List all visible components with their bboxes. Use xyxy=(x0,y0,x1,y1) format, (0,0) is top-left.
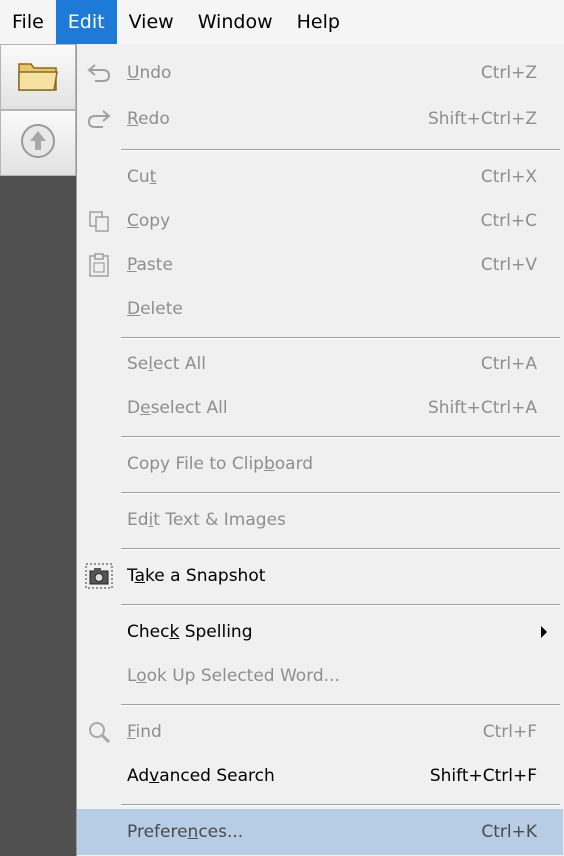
menu-edit[interactable]: Edit xyxy=(55,0,117,44)
menu-item-label: Check Spelling xyxy=(127,622,253,642)
menu-item-label: Copy File to Clipboard xyxy=(127,454,314,474)
menu-item-label: Look Up Selected Word... xyxy=(127,666,340,686)
redo-icon xyxy=(85,105,113,133)
camera-icon xyxy=(85,562,113,590)
shortcut-label: Ctrl+K xyxy=(481,822,537,842)
submenu-arrow-icon xyxy=(541,626,547,638)
menu-separator xyxy=(121,604,560,606)
paste-icon xyxy=(85,251,113,279)
menu-item-delete[interactable]: Delete xyxy=(77,286,563,332)
menu-item-edit-text-images[interactable]: Edit Text & Images xyxy=(77,497,563,543)
menu-bar: File Edit View Window Help xyxy=(0,0,564,45)
menu-separator xyxy=(121,804,560,806)
menu-item-deselect-all[interactable]: Deselect All Shift+Ctrl+A xyxy=(77,385,563,431)
menu-item-label: Deselect All xyxy=(127,398,228,418)
copy-icon xyxy=(85,207,113,235)
menu-item-take-snapshot[interactable]: Take a Snapshot xyxy=(77,553,563,599)
shortcut-label: Ctrl+C xyxy=(480,211,537,231)
menu-item-label: Take a Snapshot xyxy=(127,566,266,586)
left-toolbar xyxy=(0,44,76,856)
undo-icon xyxy=(85,59,113,87)
menu-view[interactable]: View xyxy=(117,0,186,44)
up-button[interactable] xyxy=(0,110,76,176)
menu-item-advanced-search[interactable]: Advanced Search Shift+Ctrl+F xyxy=(77,753,563,799)
menu-separator xyxy=(121,436,560,438)
menu-item-label: Redo xyxy=(127,109,170,129)
menu-item-undo[interactable]: Undo Ctrl+Z xyxy=(77,50,563,96)
shortcut-label: Ctrl+V xyxy=(480,255,537,275)
menu-item-copy-file-to-clipboard[interactable]: Copy File to Clipboard xyxy=(77,441,563,487)
menu-help[interactable]: Help xyxy=(285,0,352,44)
menu-item-label: Advanced Search xyxy=(127,766,275,786)
menu-item-label: Preferences... xyxy=(127,822,244,842)
menu-item-copy[interactable]: Copy Ctrl+C xyxy=(77,198,563,244)
shortcut-label: Ctrl+X xyxy=(480,167,537,187)
menu-item-label: Copy xyxy=(127,211,171,231)
menu-item-select-all[interactable]: Select All Ctrl+A xyxy=(77,341,563,387)
edit-menu: Undo Ctrl+Z Redo Shift+Ctrl+Z Cut Ctrl+X… xyxy=(76,44,564,856)
shortcut-label: Shift+Ctrl+F xyxy=(429,766,537,786)
menu-separator xyxy=(121,704,560,706)
menu-item-preferences[interactable]: Preferences... Ctrl+K xyxy=(77,809,563,855)
menu-file[interactable]: File xyxy=(0,0,56,44)
shortcut-label: Shift+Ctrl+Z xyxy=(427,109,537,129)
menu-item-find[interactable]: Find Ctrl+F xyxy=(77,709,563,755)
menu-separator xyxy=(121,149,560,151)
menu-item-look-up-word[interactable]: Look Up Selected Word... xyxy=(77,653,563,699)
menu-item-label: Select All xyxy=(127,354,206,374)
open-button[interactable] xyxy=(0,44,76,110)
menu-item-label: Cut xyxy=(127,167,157,187)
shortcut-label: Ctrl+Z xyxy=(480,63,537,83)
menu-window[interactable]: Window xyxy=(186,0,285,44)
menu-item-label: Paste xyxy=(127,255,173,275)
magnifier-icon xyxy=(85,718,113,746)
folder-icon xyxy=(16,56,60,99)
menu-item-cut[interactable]: Cut Ctrl+X xyxy=(77,154,563,200)
shortcut-label: Shift+Ctrl+A xyxy=(427,398,537,418)
menu-item-paste[interactable]: Paste Ctrl+V xyxy=(77,242,563,288)
menu-item-check-spelling[interactable]: Check Spelling xyxy=(77,609,563,655)
up-arrow-icon xyxy=(18,121,58,166)
menu-item-label: Delete xyxy=(127,299,183,319)
menu-separator xyxy=(121,492,560,494)
menu-item-label: Find xyxy=(127,722,162,742)
menu-item-label: Undo xyxy=(127,63,172,83)
menu-separator xyxy=(121,548,560,550)
shortcut-label: Ctrl+A xyxy=(480,354,537,374)
menu-item-redo[interactable]: Redo Shift+Ctrl+Z xyxy=(77,96,563,142)
menu-separator xyxy=(121,337,560,339)
menu-item-label: Edit Text & Images xyxy=(127,510,286,530)
shortcut-label: Ctrl+F xyxy=(482,722,537,742)
